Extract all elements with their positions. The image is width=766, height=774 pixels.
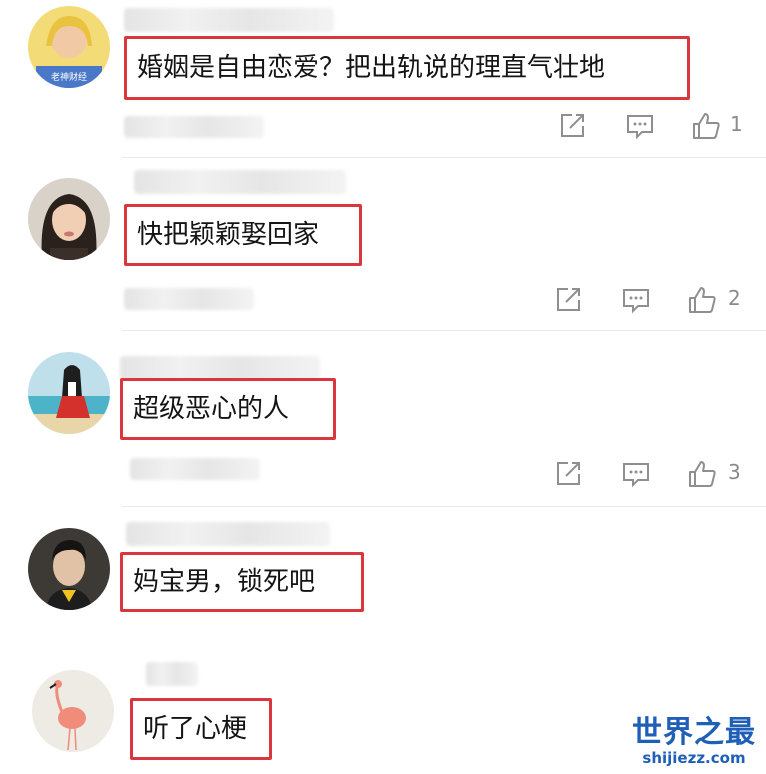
comment-actions: 1 xyxy=(556,110,756,142)
comment-item: 老神财经 婚姻是自由恋爱？把出轨说的理直气壮地 1 xyxy=(0,0,766,160)
comment-text: 超级恶心的人 xyxy=(120,378,336,440)
like-count: 3 xyxy=(728,460,741,484)
blurred-username xyxy=(146,662,198,686)
like-icon[interactable] xyxy=(686,458,718,490)
blurred-meta xyxy=(124,116,264,138)
comment-text: 妈宝男，锁死吧 xyxy=(120,552,364,612)
comment-actions: 2 xyxy=(552,284,752,316)
blurred-username xyxy=(126,522,330,546)
avatar[interactable] xyxy=(28,528,110,610)
like-count: 1 xyxy=(730,112,743,136)
avatar[interactable] xyxy=(32,670,114,752)
blurred-username xyxy=(124,8,334,32)
divider xyxy=(122,157,766,158)
reply-icon[interactable] xyxy=(620,284,652,316)
watermark-title: 世界之最 xyxy=(632,715,756,750)
comment-text: 听了心梗 xyxy=(130,698,272,760)
avatar[interactable]: 老神财经 xyxy=(28,6,110,88)
like-count: 2 xyxy=(728,286,741,310)
watermark-url: shijiezz.com xyxy=(642,749,746,767)
comment-item: 妈宝男，锁死吧 xyxy=(0,508,766,638)
reply-icon[interactable] xyxy=(624,110,656,142)
like-icon[interactable] xyxy=(690,110,722,142)
blurred-meta xyxy=(124,288,254,310)
blurred-username xyxy=(134,170,346,194)
divider xyxy=(122,506,766,507)
comment-text: 快把颖颖娶回家 xyxy=(124,204,362,266)
comment-item: 快把颖颖娶回家 2 xyxy=(0,160,766,332)
avatar[interactable] xyxy=(28,178,110,260)
comment-actions: 3 xyxy=(552,458,752,490)
comment-item: 超级恶心的人 3 xyxy=(0,332,766,508)
divider xyxy=(122,330,766,331)
share-icon[interactable] xyxy=(556,110,588,142)
share-icon[interactable] xyxy=(552,284,584,316)
share-icon[interactable] xyxy=(552,458,584,490)
comment-text: 婚姻是自由恋爱？把出轨说的理直气壮地 xyxy=(124,36,690,100)
reply-icon[interactable] xyxy=(620,458,652,490)
site-watermark: 世界之最 shijiezz.com xyxy=(632,715,756,767)
avatar[interactable] xyxy=(28,352,110,434)
blurred-meta xyxy=(130,458,260,480)
avatar-badge-text: 老神财经 xyxy=(51,71,87,83)
like-icon[interactable] xyxy=(686,284,718,316)
blurred-username xyxy=(120,356,320,380)
